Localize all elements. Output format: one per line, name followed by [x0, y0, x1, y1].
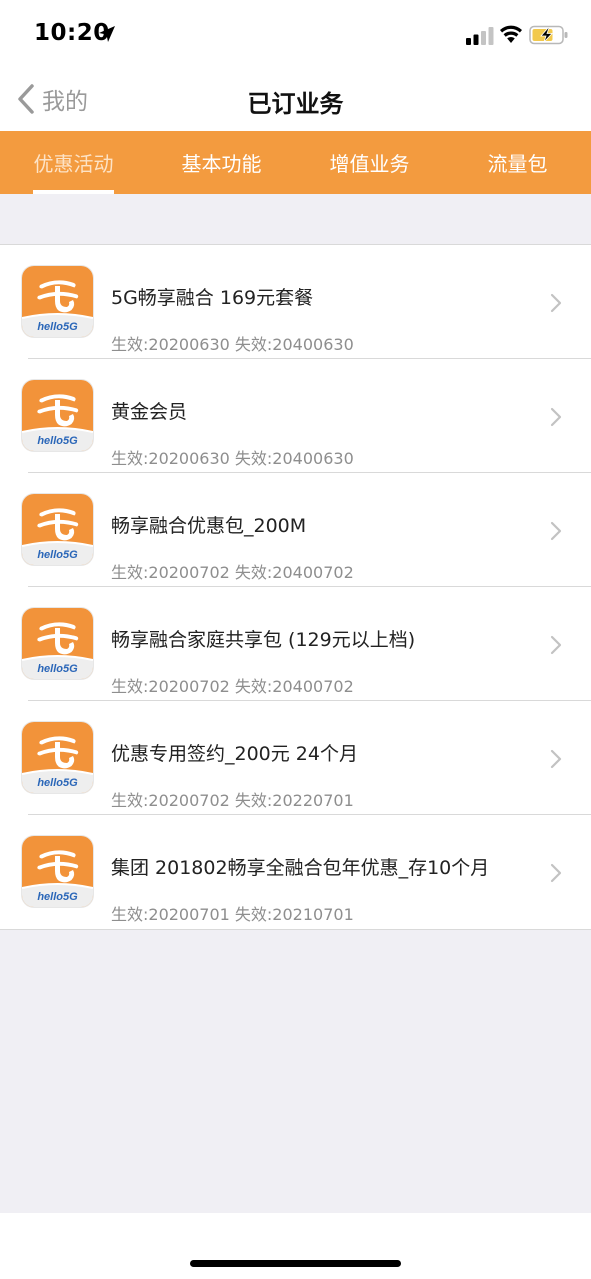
navigation-bar: 我的 已订业务 [0, 68, 591, 131]
china-telecom-logo-icon: hello5G [22, 380, 93, 451]
china-telecom-logo-icon: hello5G [22, 836, 93, 907]
subscription-title: 优惠专用签约_200元 24个月 [111, 743, 358, 765]
battery-charging-icon [529, 25, 568, 45]
tab-basic-functions[interactable]: 基本功能 [166, 131, 277, 194]
subscription-dates: 生效:20200702 失效:20400702 [111, 677, 354, 696]
chevron-right-icon [550, 407, 562, 427]
chevron-right-icon [550, 293, 562, 313]
subscription-title: 畅享融合优惠包_200M [111, 515, 307, 537]
china-telecom-logo-icon: hello5G [22, 722, 93, 793]
page-title: 已订业务 [247, 90, 344, 118]
chevron-right-icon [550, 521, 562, 541]
subscription-title: 黄金会员 [111, 401, 188, 423]
chevron-right-icon [550, 635, 562, 655]
chevron-right-icon [550, 749, 562, 769]
subscription-dates: 生效:20200630 失效:20400630 [111, 449, 354, 468]
subscription-list: hello5G 5G畅享融合 169元套餐 生效:20200630 失效:204… [0, 244, 591, 930]
tab-data-packages[interactable]: 流量包 [462, 131, 573, 194]
china-telecom-logo-icon: hello5G [22, 266, 93, 337]
subscription-dates: 生效:20200630 失效:20400630 [111, 335, 354, 354]
list-item[interactable]: hello5G 优惠专用签约_200元 24个月 生效:20200702 失效:… [0, 701, 591, 815]
cellular-signal-icon [466, 27, 494, 45]
list-item[interactable]: hello5G 畅享融合家庭共享包 (129元以上档) 生效:20200702 … [0, 587, 591, 701]
tab-bar: 优惠活动 基本功能 增值业务 流量包 [0, 131, 591, 194]
wifi-icon [500, 25, 522, 43]
subscription-dates: 生效:20200702 失效:20220701 [111, 791, 354, 810]
list-item[interactable]: hello5G 畅享融合优惠包_200M 生效:20200702 失效:2040… [0, 473, 591, 587]
icon-caption: hello5G [37, 549, 78, 561]
icon-caption: hello5G [37, 435, 78, 447]
tab-promotions[interactable]: 优惠活动 [18, 131, 129, 194]
subscription-title: 5G畅享融合 169元套餐 [111, 287, 314, 309]
active-tab-indicator [33, 190, 114, 194]
china-telecom-logo-icon: hello5G [22, 608, 93, 679]
subscription-dates: 生效:20200702 失效:20400702 [111, 563, 354, 582]
location-arrow-icon [99, 26, 115, 42]
chevron-right-icon [550, 863, 562, 883]
home-indicator[interactable] [190, 1260, 401, 1267]
subscription-dates: 生效:20200701 失效:20210701 [111, 905, 354, 924]
subscription-title: 集团 201802畅享全融合包年优惠_存10个月 [111, 857, 490, 879]
list-item[interactable]: hello5G 黄金会员 生效:20200630 失效:20400630 [0, 359, 591, 473]
list-item[interactable]: hello5G 5G畅享融合 169元套餐 生效:20200630 失效:204… [0, 245, 591, 359]
icon-caption: hello5G [37, 321, 78, 333]
subscription-title: 畅享融合家庭共享包 (129元以上档) [111, 629, 416, 651]
china-telecom-logo-icon: hello5G [22, 494, 93, 565]
status-bar: 10:20 [0, 0, 591, 68]
icon-caption: hello5G [37, 777, 78, 789]
tab-value-added-services[interactable]: 增值业务 [314, 131, 425, 194]
list-item[interactable]: hello5G 集团 201802畅享全融合包年优惠_存10个月 生效:2020… [0, 815, 591, 929]
bottom-safe-area [0, 1213, 591, 1279]
icon-caption: hello5G [37, 663, 78, 675]
icon-caption: hello5G [37, 891, 78, 903]
